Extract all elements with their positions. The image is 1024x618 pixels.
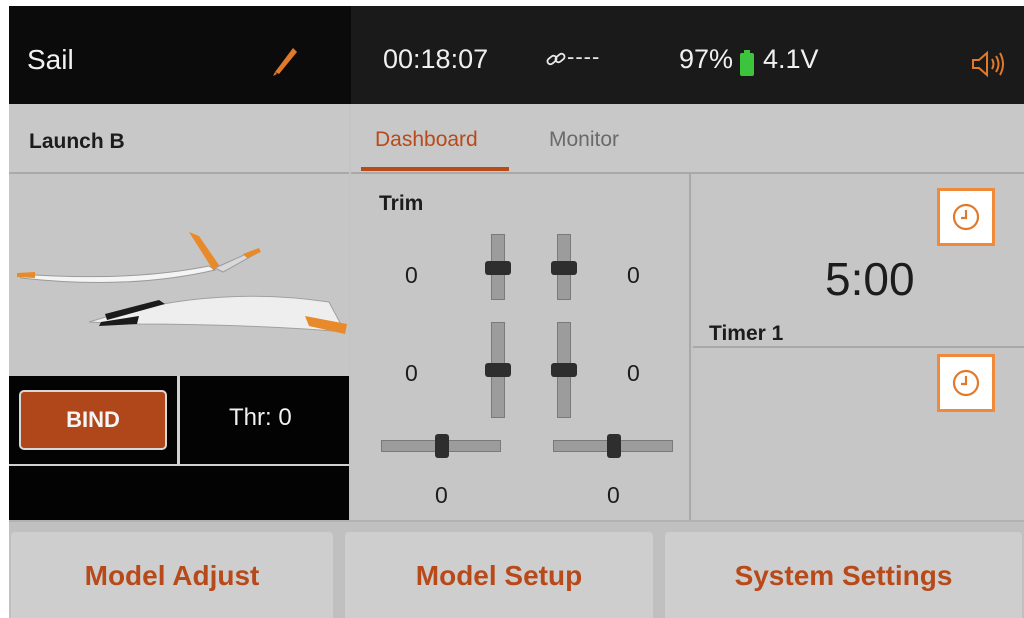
clock-icon <box>952 203 980 231</box>
status-strip <box>9 466 349 520</box>
timer1-label: Timer 1 <box>709 322 784 345</box>
model-image[interactable] <box>9 174 349 376</box>
model-name-area[interactable]: Sail <box>9 6 351 104</box>
trim-value-left-lower: 0 <box>405 360 418 386</box>
bind-row: BIND Thr: 0 <box>9 376 349 466</box>
battery-voltage: 4.1V <box>763 44 819 74</box>
trim-knob[interactable] <box>435 434 449 458</box>
trim-slider-right-horizontal[interactable] <box>553 434 673 458</box>
trim-knob[interactable] <box>607 434 621 458</box>
bottom-navigation: Model Adjust Model Setup System Settings <box>9 520 1024 618</box>
trim-value-left-upper: 0 <box>405 262 418 288</box>
flight-mode-label: Launch B <box>29 130 125 153</box>
system-settings-button[interactable]: System Settings <box>665 532 1022 618</box>
divider <box>693 346 1024 348</box>
tab-bar: Dashboard Monitor <box>351 104 1024 174</box>
model-adjust-button[interactable]: Model Adjust <box>11 532 333 618</box>
battery-percent: 97% <box>679 44 734 74</box>
transmitter-screen: Sail 00:18:07 ---- 97% 4.1V Launch B Das… <box>9 6 1024 618</box>
trim-value-right-horizontal: 0 <box>607 482 620 508</box>
trim-slider-left-lower[interactable] <box>485 322 511 418</box>
tab-dashboard[interactable]: Dashboard <box>375 128 478 152</box>
pencil-icon[interactable] <box>267 42 303 78</box>
trim-knob[interactable] <box>485 261 511 275</box>
trim-slider-left-upper[interactable] <box>485 234 511 300</box>
glider-image <box>17 232 347 334</box>
flight-mode-bar: Launch B <box>9 104 349 174</box>
link-icon <box>546 52 566 66</box>
timer1-value: 5:00 <box>825 253 915 305</box>
status-area: 00:18:07 ---- 97% 4.1V <box>351 6 1024 104</box>
battery-icon <box>740 50 754 76</box>
throttle-readout: Thr: 0 <box>229 404 292 431</box>
timer2-clock-button[interactable] <box>937 354 995 412</box>
trim-value-left-horizontal: 0 <box>435 482 448 508</box>
status-bar: Sail 00:18:07 ---- 97% 4.1V <box>9 6 1024 104</box>
tab-monitor[interactable]: Monitor <box>549 128 619 152</box>
timer-panel: 5:00 Timer 1 <box>693 174 1024 520</box>
trim-knob[interactable] <box>551 363 577 377</box>
model-name: Sail <box>27 44 74 75</box>
signal-indicator: ---- <box>567 44 601 69</box>
divider <box>177 376 180 466</box>
trim-value-right-lower: 0 <box>627 360 640 386</box>
clock-icon <box>952 369 980 397</box>
trim-slider-right-lower[interactable] <box>551 322 577 418</box>
trim-panel: Trim 0 0 0 0 0 0 <box>351 174 691 520</box>
trim-value-right-upper: 0 <box>627 262 640 288</box>
model-setup-button[interactable]: Model Setup <box>345 532 653 618</box>
trim-slider-right-upper[interactable] <box>551 234 577 300</box>
timer1-clock-button[interactable] <box>937 188 995 246</box>
speaker-icon[interactable] <box>971 50 1005 78</box>
active-tab-indicator <box>361 167 509 171</box>
trim-knob[interactable] <box>485 363 511 377</box>
system-timer: 00:18:07 <box>383 44 489 74</box>
bind-button[interactable]: BIND <box>19 390 167 450</box>
trim-knob[interactable] <box>551 261 577 275</box>
trim-title: Trim <box>379 192 424 215</box>
trim-slider-left-horizontal[interactable] <box>381 434 501 458</box>
